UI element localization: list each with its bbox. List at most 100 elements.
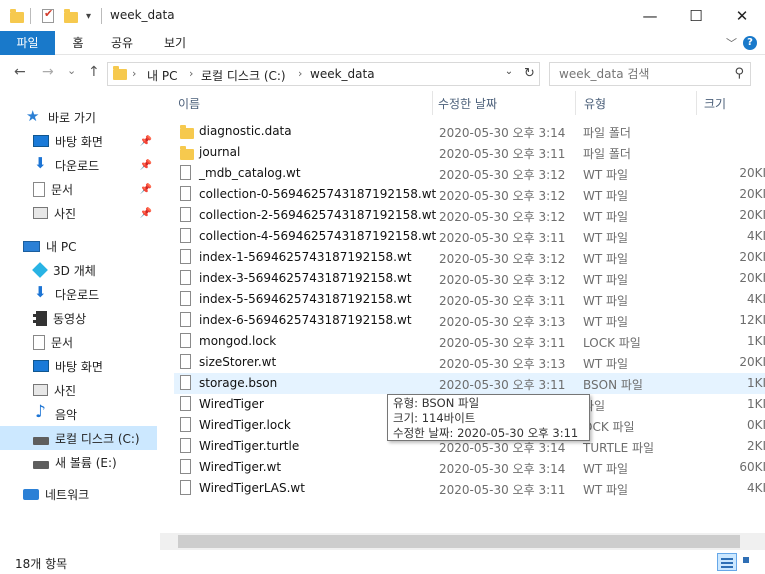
back-button[interactable]: ←: [14, 64, 26, 80]
close-button[interactable]: ✕: [719, 0, 765, 31]
pin-icon: 📌: [139, 183, 152, 195]
tab-share[interactable]: 공유: [104, 31, 140, 55]
file-row[interactable]: WiredTiger.wt 2020-05-30 오후 3:14 WT 파일 60KI: [174, 457, 765, 478]
file-row[interactable]: index-5-5694625743187192158.wt 2020-05-30…: [174, 289, 765, 310]
search-box[interactable]: ⚲: [549, 62, 751, 86]
nav-local-disk-c[interactable]: 로컬 디스크 (C:): [0, 426, 157, 450]
new-folder-icon[interactable]: [64, 7, 78, 25]
large-icons-view-button[interactable]: [739, 553, 759, 571]
file-date: 2020-05-30 오후 3:12: [439, 189, 566, 203]
breadcrumb-folder[interactable]: week_data: [310, 67, 375, 81]
file-name: index-6-5694625743187192158.wt: [199, 313, 412, 327]
file-row[interactable]: index-6-5694625743187192158.wt 2020-05-30…: [174, 310, 765, 331]
refresh-button[interactable]: ↻: [520, 62, 540, 86]
file-row[interactable]: collection-2-5694625743187192158.wt 2020-…: [174, 205, 765, 226]
video-icon: [33, 310, 47, 326]
file-row[interactable]: index-1-5694625743187192158.wt 2020-05-30…: [174, 247, 765, 268]
nav-quick-access[interactable]: 바로 가기: [0, 105, 157, 129]
file-date: 2020-05-30 오후 3:11: [439, 294, 566, 308]
search-input[interactable]: [550, 63, 720, 85]
breadcrumb-drive[interactable]: 로컬 디스크 (C:): [201, 67, 286, 84]
sort-ascending-icon: ^: [297, 91, 305, 97]
help-icon[interactable]: ?: [743, 36, 757, 50]
file-row[interactable]: _mdb_catalog.wt 2020-05-30 오후 3:12 WT 파일 20…: [174, 163, 765, 184]
file-name: journal: [199, 145, 241, 159]
file-row[interactable]: journal 2020-05-30 오후 3:11 파일 폴더: [174, 142, 765, 163]
file-icon: [180, 459, 191, 474]
minimize-button[interactable]: —: [627, 0, 673, 31]
recent-locations-button[interactable]: ⌄: [67, 64, 76, 77]
chevron-right-icon[interactable]: ›: [189, 67, 193, 80]
file-icon: [180, 354, 191, 369]
scrollbar-thumb[interactable]: [178, 535, 740, 548]
document-icon: [33, 334, 45, 350]
nav-downloads[interactable]: 다운로드: [0, 282, 157, 306]
pin-icon: 📌: [139, 135, 152, 147]
chevron-right-icon[interactable]: ›: [298, 67, 302, 80]
file-row[interactable]: WiredTigerLAS.wt 2020-05-30 오후 3:11 WT 파일 4…: [174, 478, 765, 499]
tab-home[interactable]: 홈: [64, 31, 92, 55]
file-row[interactable]: diagnostic.data 2020-05-30 오후 3:14 파일 폴더: [174, 121, 765, 142]
nav-network[interactable]: 네트워크: [0, 482, 157, 506]
drive-icon: [33, 437, 49, 445]
search-icon[interactable]: ⚲: [734, 66, 744, 81]
qat-folder-icon[interactable]: [10, 7, 24, 25]
file-row[interactable]: collection-0-5694625743187192158.wt 2020-…: [174, 184, 765, 205]
folder-icon: [180, 146, 194, 160]
ribbon-collapse-icon[interactable]: ﹀: [726, 35, 737, 51]
nav-label: 사진: [54, 383, 77, 398]
column-divider[interactable]: [575, 91, 576, 115]
nav-label: 내 PC: [46, 239, 77, 254]
nav-desktop-pinned[interactable]: 바탕 화면 📌: [0, 129, 157, 153]
file-icon: [180, 333, 191, 348]
nav-this-pc[interactable]: 내 PC: [0, 234, 157, 258]
nav-desktop[interactable]: 바탕 화면: [0, 354, 157, 378]
nav-pictures-pinned[interactable]: 사진 📌: [0, 201, 157, 225]
qat-dropdown-icon[interactable]: ▾: [86, 7, 91, 25]
tab-file[interactable]: 파일: [0, 31, 55, 55]
details-view-button[interactable]: [717, 553, 737, 571]
file-row[interactable]: storage.bson 2020-05-30 오후 3:11 BSON 파일 1KI: [174, 373, 765, 394]
document-icon: [33, 181, 45, 197]
file-size: 1KI: [746, 334, 765, 348]
column-divider[interactable]: [432, 91, 433, 115]
nav-videos[interactable]: 동영상: [0, 306, 157, 330]
maximize-button[interactable]: ☐: [673, 0, 719, 31]
title-separator: [101, 7, 102, 25]
forward-button[interactable]: →: [42, 64, 54, 80]
nav-3d-objects[interactable]: 3D 개체: [0, 258, 157, 282]
file-row[interactable]: collection-4-5694625743187192158.wt 2020-…: [174, 226, 765, 247]
nav-downloads-pinned[interactable]: 다운로드 📌: [0, 153, 157, 177]
file-row[interactable]: index-3-5694625743187192158.wt 2020-05-30…: [174, 268, 765, 289]
chevron-right-icon[interactable]: ›: [132, 67, 136, 80]
column-name[interactable]: 이름: [178, 95, 200, 112]
tooltip-date: 수정한 날짜: 2020-05-30 오후 3:11: [393, 426, 579, 440]
properties-icon[interactable]: [42, 7, 54, 25]
nav-documents-pinned[interactable]: 문서 📌: [0, 177, 157, 201]
column-divider[interactable]: [696, 91, 697, 115]
file-name: diagnostic.data: [199, 124, 292, 138]
nav-music[interactable]: 음악: [0, 402, 157, 426]
file-date: 2020-05-30 오후 3:12: [439, 168, 566, 182]
file-date: 2020-05-30 오후 3:11: [439, 378, 566, 392]
up-button[interactable]: ↑: [88, 64, 100, 80]
address-dropdown-icon[interactable]: ⌄: [501, 66, 517, 77]
nav-documents[interactable]: 문서: [0, 330, 157, 354]
column-size[interactable]: 크기: [704, 95, 726, 112]
horizontal-scrollbar[interactable]: [160, 533, 765, 550]
file-date: 2020-05-30 오후 3:11: [439, 336, 566, 350]
file-row[interactable]: mongod.lock 2020-05-30 오후 3:11 LOCK 파일 1KI: [174, 331, 765, 352]
file-type: WT 파일: [583, 231, 629, 245]
pin-icon: 📌: [139, 159, 152, 171]
address-bar[interactable]: › 내 PC › 로컬 디스크 (C:) › week_data ⌄: [107, 62, 540, 86]
file-row[interactable]: sizeStorer.wt 2020-05-30 오후 3:13 WT 파일 20KI: [174, 352, 765, 373]
column-type[interactable]: 유형: [584, 95, 606, 112]
breadcrumb-pc[interactable]: 내 PC: [147, 67, 177, 84]
file-size: 20KI: [739, 250, 765, 264]
nav-pictures[interactable]: 사진: [0, 378, 157, 402]
nav-volume-e[interactable]: 새 볼륨 (E:): [0, 450, 157, 474]
file-type: WT 파일: [583, 357, 629, 371]
tab-view[interactable]: 보기: [157, 31, 193, 55]
file-name: mongod.lock: [199, 334, 277, 348]
column-date[interactable]: 수정한 날짜: [438, 95, 497, 112]
